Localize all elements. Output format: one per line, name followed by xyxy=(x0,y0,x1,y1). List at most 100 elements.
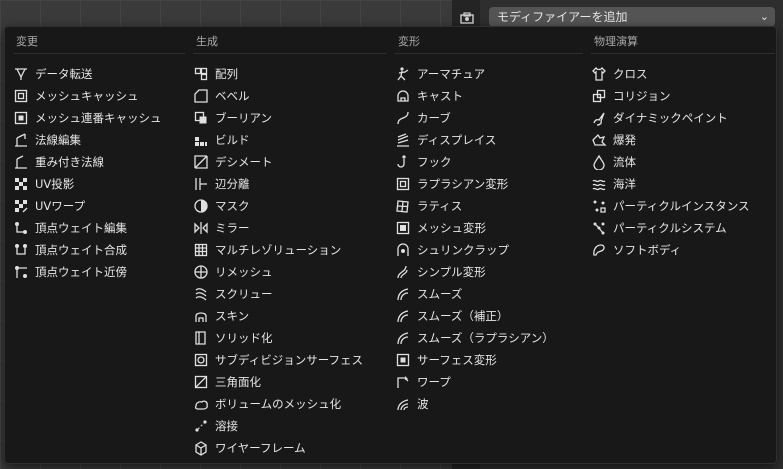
menu-item-particle-system[interactable]: パーティクルシステム xyxy=(591,217,750,239)
warp-icon xyxy=(395,374,411,390)
menu-item-uv-warp[interactable]: UVワープ xyxy=(13,195,162,217)
menu-item-weld[interactable]: 溶接 xyxy=(193,415,363,437)
menu-item-label: ビルド xyxy=(215,133,250,147)
shrinkwrap-icon xyxy=(395,242,411,258)
menu-item-screw[interactable]: スクリュー xyxy=(193,283,363,305)
cast-icon xyxy=(395,88,411,104)
menu-item-label: ベベル xyxy=(215,89,250,103)
edge-split-icon xyxy=(193,176,209,192)
fluid-icon xyxy=(591,154,607,170)
menu-item-mesh-sequence-cache[interactable]: メッシュ連番キャッシュ xyxy=(13,107,162,129)
soft-body-icon xyxy=(591,242,607,258)
normal-edit-icon xyxy=(13,132,29,148)
menu-item-label: パーティクルシステム xyxy=(613,221,727,235)
menu-item-label: ミラー xyxy=(215,221,250,235)
skin-icon xyxy=(193,308,209,324)
menu-item-label: 配列 xyxy=(215,67,238,81)
menu-items: 配列ベベルブーリアンビルドデシメート辺分離 マスクミラーマルチレゾリューション リメ… xyxy=(193,63,363,459)
menu-item-edge-split[interactable]: 辺分離 xyxy=(193,173,363,195)
menu-item-decimate[interactable]: デシメート xyxy=(193,151,363,173)
menu-item-vertex-weight-mix[interactable]: 頂点ウェイト合成 xyxy=(13,239,162,261)
decimate-icon xyxy=(193,154,209,170)
menu-item-label: UVワープ xyxy=(35,199,86,213)
menu-items: アーマチュア キャストカーブディスプレイス フックラプラシアン変形 ラティス メッシュ変… xyxy=(395,63,554,415)
menu-item-displace[interactable]: ディスプレイス xyxy=(395,129,554,151)
menu-item-label: メッシュ連番キャッシュ xyxy=(35,111,162,125)
menu-item-lattice[interactable]: ラティス xyxy=(395,195,554,217)
add-modifier-dropdown[interactable]: モディファイアーを追加 ⌄ xyxy=(489,7,775,27)
menu-item-warp[interactable]: ワープ xyxy=(395,371,554,393)
menu-item-data-transfer[interactable]: データ転送 xyxy=(13,63,162,85)
menu-item-hook[interactable]: フック xyxy=(395,151,554,173)
menu-item-fluid[interactable]: 流体 xyxy=(591,151,750,173)
menu-item-solidify[interactable]: ソリッド化 xyxy=(193,327,363,349)
menu-item-shrinkwrap[interactable]: シュリンクラップ xyxy=(395,239,554,261)
mirror-icon xyxy=(193,220,209,236)
menu-item-mirror[interactable]: ミラー xyxy=(193,217,363,239)
menu-item-surface-deform[interactable]: サーフェス変形 xyxy=(395,349,554,371)
menu-item-wireframe[interactable]: ワイヤーフレーム xyxy=(193,437,363,459)
menu-item-smooth-laplacian[interactable]: スムーズ（ラプラシアン） xyxy=(395,327,554,349)
menu-item-array[interactable]: 配列 xyxy=(193,63,363,85)
menu-item-uv-project[interactable]: UV投影 xyxy=(13,173,162,195)
menu-item-subdivision-surface[interactable]: サブディビジョンサーフェス xyxy=(193,349,363,371)
menu-item-particle-instance[interactable]: パーティクルインスタンス xyxy=(591,195,750,217)
add-modifier-menu: 変更 データ転送 メッシュキャッシュ メッシュ連番キャッシュ 法線編集 重み付き法線 UV… xyxy=(4,26,777,464)
menu-items: データ転送メッシュキャッシュメッシュ連番キャッシュ法線編集 重み付き法線 UV投影 U… xyxy=(13,63,162,283)
menu-item-label: スムーズ（ラプラシアン） xyxy=(417,331,554,345)
menu-item-armature[interactable]: アーマチュア xyxy=(395,63,554,85)
menu-item-label: ディスプレイス xyxy=(417,133,497,147)
column-divider xyxy=(193,53,387,54)
menu-item-ocean[interactable]: 海洋 xyxy=(591,173,750,195)
menu-item-mask[interactable]: マスク xyxy=(193,195,363,217)
menu-item-dynamic-paint[interactable]: ダイナミックペイント xyxy=(591,107,750,129)
menu-item-multiresolution[interactable]: マルチレゾリューション xyxy=(193,239,363,261)
menu-item-simple-deform[interactable]: シンプル変形 xyxy=(395,261,554,283)
menu-item-mesh-cache[interactable]: メッシュキャッシュ xyxy=(13,85,162,107)
menu-item-bevel[interactable]: ベベル xyxy=(193,85,363,107)
menu-items: クロス コリジョンダイナミックペイント爆発 流体海洋パーティクルインスタンスパーティ… xyxy=(591,63,750,261)
menu-item-smooth[interactable]: スムーズ xyxy=(395,283,554,305)
dynamic-paint-icon xyxy=(591,110,607,126)
menu-item-volume-to-mesh[interactable]: ボリュームのメッシュ化 xyxy=(193,393,363,415)
menu-item-label: メッシュキャッシュ xyxy=(35,89,139,103)
menu-item-remesh[interactable]: リメッシュ xyxy=(193,261,363,283)
menu-item-vertex-weight-proximity[interactable]: 頂点ウェイト近傍 xyxy=(13,261,162,283)
bevel-icon xyxy=(193,88,209,104)
menu-item-laplacian-deform[interactable]: ラプラシアン変形 xyxy=(395,173,554,195)
menu-item-label: 海洋 xyxy=(613,177,636,191)
menu-item-vertex-weight-edit[interactable]: 頂点ウェイト編集 xyxy=(13,217,162,239)
menu-item-label: ソリッド化 xyxy=(215,331,273,345)
menu-item-explode[interactable]: 爆発 xyxy=(591,129,750,151)
remesh-icon xyxy=(193,264,209,280)
menu-item-normal-edit[interactable]: 法線編集 xyxy=(13,129,162,151)
boolean-icon xyxy=(193,110,209,126)
menu-item-collision[interactable]: コリジョン xyxy=(591,85,750,107)
menu-item-mesh-deform[interactable]: メッシュ変形 xyxy=(395,217,554,239)
menu-item-label: フック xyxy=(417,155,452,169)
weighted-normal-icon xyxy=(13,154,29,170)
menu-item-weighted-normal[interactable]: 重み付き法線 xyxy=(13,151,162,173)
menu-item-label: 頂点ウェイト近傍 xyxy=(35,265,127,279)
menu-item-cast[interactable]: キャスト xyxy=(395,85,554,107)
menu-item-boolean[interactable]: ブーリアン xyxy=(193,107,363,129)
menu-item-label: ダイナミックペイント xyxy=(613,111,728,125)
modifier-properties-tab-icon[interactable] xyxy=(460,12,474,24)
menu-item-label: デシメート xyxy=(215,155,273,169)
triangulate-icon xyxy=(193,374,209,390)
mask-icon xyxy=(193,198,209,214)
ocean-icon xyxy=(591,176,607,192)
cloth-icon xyxy=(591,66,607,82)
menu-item-label: カーブ xyxy=(417,111,451,125)
column-header: 変更 xyxy=(16,35,38,48)
menu-item-wave[interactable]: 波 xyxy=(395,393,554,415)
menu-item-build[interactable]: ビルド xyxy=(193,129,363,151)
menu-item-smooth-corrective[interactable]: スムーズ（補正） xyxy=(395,305,554,327)
menu-item-triangulate[interactable]: 三角面化 xyxy=(193,371,363,393)
menu-item-soft-body[interactable]: ソフトボディ xyxy=(591,239,750,261)
menu-item-curve[interactable]: カーブ xyxy=(395,107,554,129)
menu-item-skin[interactable]: スキン xyxy=(193,305,363,327)
curve-icon xyxy=(395,110,411,126)
menu-item-label: スキン xyxy=(215,309,250,323)
menu-item-cloth[interactable]: クロス xyxy=(591,63,750,85)
